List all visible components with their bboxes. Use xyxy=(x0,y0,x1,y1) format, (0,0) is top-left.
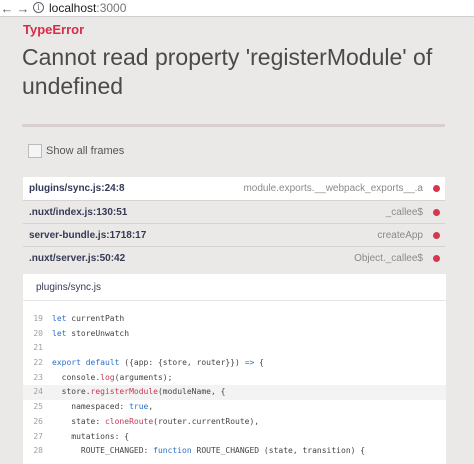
line-number: 20 xyxy=(33,328,43,338)
browser-address-bar[interactable]: ← → i localhost:3000 xyxy=(0,0,474,17)
line-code: console.log(arguments); xyxy=(52,372,173,382)
line-number: 19 xyxy=(33,314,43,323)
frame-status-dot xyxy=(433,231,440,239)
stack-frame[interactable]: .nuxt/index.js:130:51 _callee$ xyxy=(23,200,445,223)
back-arrow-icon[interactable]: ← xyxy=(0,0,14,17)
line-code: let storeUnwatch xyxy=(52,328,130,338)
code-preview-panel: plugins/sync.js 19 let currentPath 20 let s… xyxy=(23,274,446,464)
frame-file: plugins/sync.js:24:8 xyxy=(29,183,125,194)
code-line: 19 let currentPath xyxy=(23,312,446,327)
line-code: state: cloneRoute(router.currentRoute), xyxy=(52,416,260,426)
error-type: TypeError xyxy=(23,22,85,37)
info-icon[interactable]: i xyxy=(33,2,44,13)
line-code: let currentPath xyxy=(52,314,125,323)
code-file-name: plugins/sync.js xyxy=(36,282,102,293)
show-all-frames-label: Show all frames xyxy=(46,145,125,157)
line-code: store.registerModule(moduleName, { xyxy=(52,387,226,397)
line-number: 27 xyxy=(33,431,43,441)
frame-method: _callee$ xyxy=(385,206,423,218)
frame-method: Object._callee$ xyxy=(354,252,423,264)
divider xyxy=(22,124,445,127)
line-number: 21 xyxy=(33,343,43,353)
line-code: mutations: { xyxy=(52,431,130,441)
frame-status-dot xyxy=(433,208,440,216)
code-lines: 19 let currentPath 20 let storeUnwatch 21 22 e… xyxy=(23,312,446,459)
url-port: :3000 xyxy=(96,1,127,15)
line-number: 24 xyxy=(33,387,43,397)
code-line: 22 export default ({app: {store, router}}… xyxy=(23,356,446,371)
forward-arrow-icon[interactable]: → xyxy=(16,0,30,17)
code-line: 23 console.log(arguments); xyxy=(23,371,446,386)
show-all-frames-checkbox[interactable] xyxy=(28,144,42,158)
code-line: 25 namespaced: true, xyxy=(23,400,446,415)
line-code: namespaced: true, xyxy=(52,402,154,412)
frame-status-dot xyxy=(433,254,440,262)
frame-method: module.exports.__webpack_exports__.a xyxy=(243,183,423,194)
stack-frame[interactable]: server-bundle.js:1718:17 createApp xyxy=(23,223,445,246)
line-number: 25 xyxy=(33,402,43,412)
error-message: Cannot read property 'registerModule' of… xyxy=(22,44,433,99)
code-line: 27 mutations: { xyxy=(23,430,446,445)
code-line: 21 xyxy=(23,341,446,356)
line-code: export default ({app: {store, router}}) … xyxy=(52,358,264,368)
code-header-divider xyxy=(23,300,446,301)
stack-frame-list: plugins/sync.js:24:8 module.exports.__we… xyxy=(23,177,445,269)
show-all-frames-toggle[interactable]: Show all frames xyxy=(28,144,124,158)
frame-file: .nuxt/server.js:50:42 xyxy=(29,252,126,264)
code-line: 24 store.registerModule(moduleName, { xyxy=(23,385,446,401)
url-text[interactable]: localhost:3000 xyxy=(49,1,126,16)
stack-frame[interactable]: .nuxt/server.js:50:42 Object._callee$ xyxy=(23,246,445,269)
code-line: 20 let storeUnwatch xyxy=(23,327,446,342)
line-number: 26 xyxy=(33,416,43,426)
frame-method: createApp xyxy=(377,229,423,241)
line-number: 22 xyxy=(33,358,43,368)
url-host: localhost xyxy=(49,1,97,15)
frame-status-dot xyxy=(433,185,440,192)
frame-file: .nuxt/index.js:130:51 xyxy=(29,206,128,218)
stack-frame[interactable]: plugins/sync.js:24:8 module.exports.__we… xyxy=(23,177,445,200)
line-number: 23 xyxy=(33,372,43,382)
code-line: 26 state: cloneRoute(router.currentRoute… xyxy=(23,415,446,430)
frame-file: server-bundle.js:1718:17 xyxy=(29,229,147,241)
